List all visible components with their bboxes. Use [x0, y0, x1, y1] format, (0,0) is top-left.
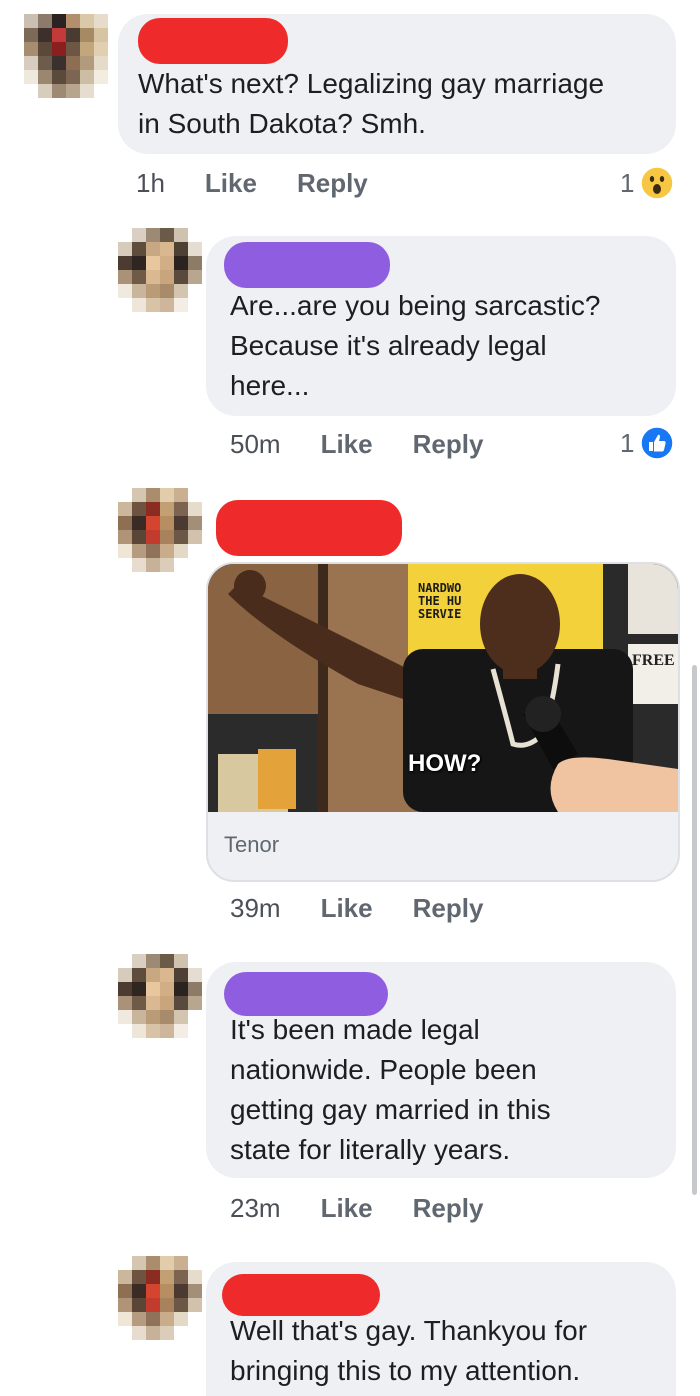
svg-text:.: . [513, 663, 516, 677]
comment-line: Well that's gay. Thankyou for [230, 1315, 588, 1346]
comment-actions: 1h Like Reply [136, 168, 368, 199]
reply-button[interactable]: Reply [297, 168, 368, 199]
avatar[interactable] [118, 228, 202, 312]
wow-reaction-icon [640, 166, 675, 200]
comment-line: It's been made legal [230, 1014, 480, 1045]
reply-button[interactable]: Reply [413, 429, 484, 460]
comment-line: What's next? Legalizing gay marriage [138, 68, 605, 99]
scrollbar[interactable] [692, 665, 697, 1195]
timestamp[interactable]: 50m [230, 429, 281, 460]
comment-line: in South Dakota? Smh. [138, 108, 426, 139]
gif-caption: HOW? [408, 750, 482, 777]
avatar[interactable] [24, 14, 108, 98]
reaction-summary[interactable]: 1 [620, 166, 675, 200]
like-button[interactable]: Like [205, 168, 257, 199]
comment-text: What's next? Legalizing gay marriage in … [138, 64, 604, 144]
gif-attachment[interactable]: . NARDWO THE HU SERVIE FREE HOW? Tenor [206, 562, 680, 882]
comment-line: getting gay married in this [230, 1094, 551, 1125]
comment-line: nationwide. People been [230, 1054, 537, 1085]
comment-text: It's been made legal nationwide. People … [230, 1010, 551, 1170]
comment-line: state for literally years. [230, 1134, 511, 1165]
like-button[interactable]: Like [321, 893, 373, 924]
comment-actions: 39m Like Reply [230, 893, 483, 924]
like-reaction-icon [640, 426, 675, 460]
gif-sign-text: NARDWO THE HU SERVIE [418, 582, 461, 621]
sign-line: SERVIE [418, 607, 462, 621]
comment-line: Are...are you being sarcastic? [230, 290, 601, 321]
comment-line: Because it's already legal [230, 330, 547, 361]
avatar[interactable] [118, 1256, 202, 1340]
reply-button[interactable]: Reply [413, 1193, 484, 1224]
reaction-summary[interactable]: 1 [620, 426, 675, 460]
reply-button[interactable]: Reply [413, 893, 484, 924]
like-button[interactable]: Like [321, 429, 373, 460]
comment-text: Well that's gay. Thankyou for bringing t… [230, 1311, 587, 1391]
avatar[interactable] [118, 488, 202, 572]
reaction-count: 1 [620, 427, 635, 458]
comment-actions: 50m Like Reply [230, 429, 483, 460]
gif-poster-text: FREE [632, 652, 675, 669]
redacted-name [216, 500, 402, 556]
like-button[interactable]: Like [321, 1193, 373, 1224]
comment-actions: 23m Like Reply [230, 1193, 483, 1224]
avatar[interactable] [118, 954, 202, 1038]
reaction-count: 1 [620, 167, 635, 198]
redacted-name [138, 18, 288, 64]
redacted-name [224, 242, 390, 288]
timestamp[interactable]: 1h [136, 168, 165, 199]
timestamp[interactable]: 39m [230, 893, 281, 924]
gif-source-label: Tenor [224, 832, 280, 857]
timestamp[interactable]: 23m [230, 1193, 281, 1224]
gif-image[interactable]: . NARDWO THE HU SERVIE FREE HOW? [208, 564, 678, 812]
comment-line: bringing this to my attention. [230, 1355, 581, 1386]
comment-line: here... [230, 370, 310, 401]
comment-text: Are...are you being sarcastic? Because i… [230, 286, 600, 406]
redacted-name [222, 1274, 380, 1316]
